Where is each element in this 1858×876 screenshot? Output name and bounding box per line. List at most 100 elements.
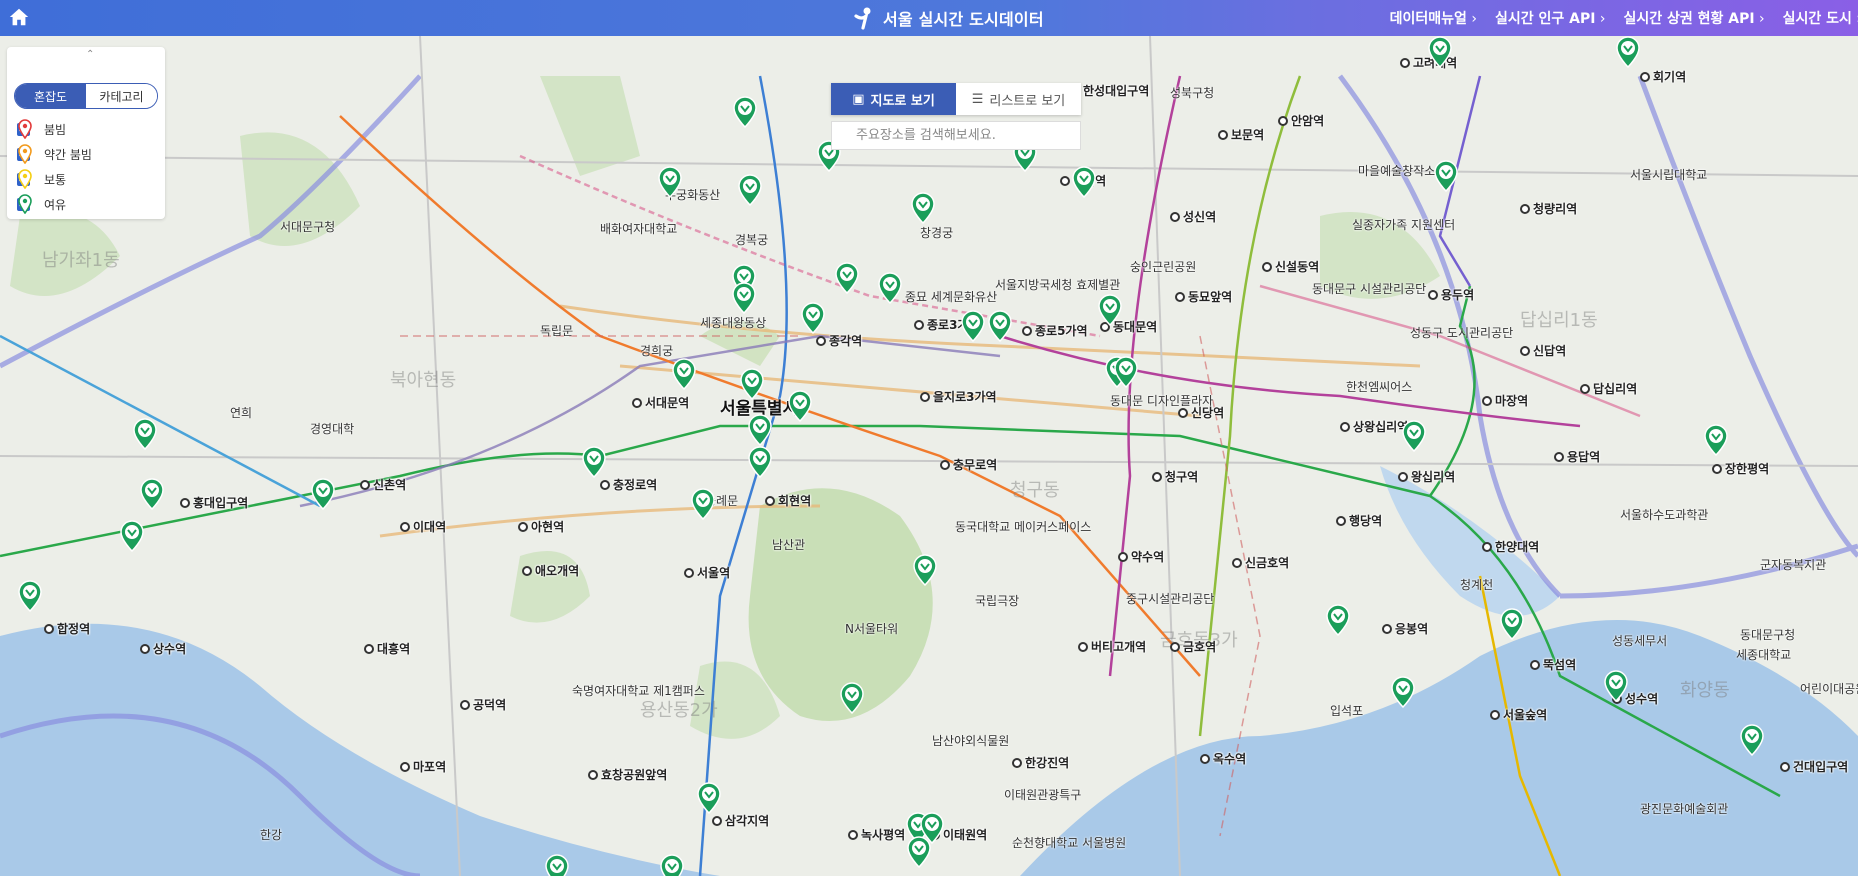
relaxed-place-marker[interactable]: [660, 854, 684, 876]
station-label: 상수역: [140, 640, 186, 657]
relaxed-place-marker[interactable]: [1704, 424, 1728, 456]
relaxed-place-marker[interactable]: [1072, 166, 1096, 198]
map-pin-icon: [1391, 676, 1415, 708]
place-label: 숭인근린공원: [1130, 260, 1197, 274]
map-pin-icon: [911, 192, 935, 224]
tab-category[interactable]: 카테고리: [86, 84, 157, 108]
relaxed-place-marker[interactable]: [988, 310, 1012, 342]
place-label: 경희궁: [640, 344, 674, 358]
relaxed-place-marker[interactable]: [738, 174, 762, 206]
collapse-chevron-icon[interactable]: ⌃: [86, 49, 94, 60]
relaxed-place-marker[interactable]: [733, 96, 757, 128]
relaxed-place-marker[interactable]: [120, 520, 144, 552]
place-label: 군자동복지관: [1760, 558, 1827, 572]
relaxed-place-marker[interactable]: [311, 478, 335, 510]
relaxed-place-marker[interactable]: [1434, 160, 1458, 192]
map-district-label: 청구동: [1010, 480, 1060, 501]
relaxed-place-marker[interactable]: [911, 192, 935, 224]
relaxed-place-marker[interactable]: [835, 262, 859, 294]
nav-population-api[interactable]: 실시간 인구 API: [1495, 8, 1606, 28]
map-icon: ▣: [852, 91, 865, 107]
relaxed-place-marker[interactable]: [732, 282, 756, 314]
place-label: 순천향대학교 서울병원: [1012, 836, 1127, 850]
station-label: 신금호역: [1232, 554, 1289, 571]
place-label: 동대문구 시설관리공단: [1312, 282, 1427, 296]
top-nav: 데이터매뉴얼 실시간 인구 API 실시간 상권 현황 API 실시간 도시: [1390, 0, 1858, 36]
relaxed-place-marker[interactable]: [840, 682, 864, 714]
relaxed-place-marker[interactable]: [658, 166, 682, 198]
relaxed-place-marker[interactable]: [133, 418, 157, 450]
map-pin-icon: [1434, 160, 1458, 192]
station-label: 건대입구역: [1780, 758, 1848, 775]
map-pin-icon: [545, 854, 569, 876]
relaxed-place-marker[interactable]: [878, 272, 902, 304]
place-label: 청계천: [1460, 578, 1494, 592]
map-pin-icon: [738, 174, 762, 206]
map-pin-icon: [840, 682, 864, 714]
relaxed-place-marker[interactable]: [748, 414, 772, 446]
relaxed-place-marker[interactable]: [18, 580, 42, 612]
place-label: 입석포: [1330, 704, 1364, 718]
home-icon[interactable]: [8, 6, 30, 28]
relaxed-place-marker[interactable]: [691, 488, 715, 520]
relaxed-place-marker[interactable]: [697, 782, 721, 814]
relaxed-place-marker[interactable]: [788, 390, 812, 422]
relaxed-place-marker[interactable]: [913, 554, 937, 586]
relaxed-place-marker[interactable]: [740, 368, 764, 400]
map-pin-icon: [733, 96, 757, 128]
relaxed-place-marker[interactable]: [801, 302, 825, 334]
nav-data-manual[interactable]: 데이터매뉴얼: [1390, 8, 1477, 28]
station-label: 행당역: [1336, 512, 1382, 529]
relaxed-place-marker[interactable]: [1098, 294, 1122, 326]
relaxed-place-marker[interactable]: [1114, 356, 1138, 388]
station-label: 상왕십리역: [1340, 418, 1408, 435]
map-pin-icon: [697, 782, 721, 814]
relaxed-place-marker[interactable]: [1428, 36, 1452, 68]
station-label: 한양대역: [1482, 538, 1539, 555]
view-toggle: ▣ 지도로 보기 ☰ 리스트로 보기: [831, 83, 1081, 115]
page-title: 서울 실시간 도시데이터: [883, 10, 1044, 29]
nav-commerce-api[interactable]: 실시간 상권 현황 API: [1624, 8, 1765, 28]
station-label: 장한평역: [1712, 460, 1769, 477]
place-label: 남산야외식물원: [932, 734, 1010, 748]
relaxed-place-marker[interactable]: [961, 310, 985, 342]
place-label: 성동세무서: [1612, 634, 1668, 648]
relaxed-place-marker[interactable]: [1616, 36, 1640, 68]
map-pin-icon: [988, 310, 1012, 342]
relaxed-place-marker[interactable]: [1604, 670, 1628, 702]
relaxed-place-marker[interactable]: [545, 854, 569, 876]
relaxed-place-marker[interactable]: [1326, 604, 1350, 636]
list-view-button[interactable]: ☰ 리스트로 보기: [956, 83, 1081, 115]
relaxed-place-marker[interactable]: [672, 358, 696, 390]
tab-congestion[interactable]: 혼잡도: [15, 84, 86, 108]
nav-city[interactable]: 실시간 도시: [1783, 8, 1858, 28]
relaxed-place-marker[interactable]: [1391, 676, 1415, 708]
place-label: 종묘 세계문화유산: [905, 290, 998, 304]
place-search-input[interactable]: [831, 121, 1081, 150]
map-pin-icon: [740, 368, 764, 400]
station-label: 대흥역: [364, 640, 410, 657]
place-label: 어린이대공원: [1800, 682, 1858, 696]
map-view-label: 지도로 보기: [870, 93, 935, 109]
relaxed-place-marker[interactable]: [1740, 724, 1764, 756]
legend-row-normal: 보통: [17, 169, 66, 189]
station-label: 응봉역: [1382, 620, 1428, 637]
brand[interactable]: 서울 실시간 도시데이터: [853, 6, 1044, 30]
station-label: 옥수역: [1200, 750, 1246, 767]
map-pin-icon: [961, 310, 985, 342]
station-label: 신촌역: [360, 476, 406, 493]
map-pin-icon: [672, 358, 696, 390]
relaxed-place-marker[interactable]: [748, 446, 772, 478]
relaxed-place-marker[interactable]: [582, 446, 606, 478]
place-label: 경복궁: [735, 233, 769, 247]
station-label: 한성대입구역: [1070, 82, 1149, 99]
relaxed-place-marker[interactable]: [1500, 608, 1524, 640]
place-label: 한강: [260, 828, 283, 842]
relaxed-place-marker[interactable]: [1402, 420, 1426, 452]
relaxed-place-marker[interactable]: [140, 478, 164, 510]
station-label: 마장역: [1482, 392, 1528, 409]
station-label: 뚝섬역: [1530, 656, 1576, 673]
map-view-button[interactable]: ▣ 지도로 보기: [831, 83, 956, 115]
city-map[interactable]: 남가좌1동 북아현동 청구동 금호동3가 답십리1동 용산동2가 화양동 서울특…: [0, 36, 1858, 876]
relaxed-place-marker[interactable]: [907, 836, 931, 868]
